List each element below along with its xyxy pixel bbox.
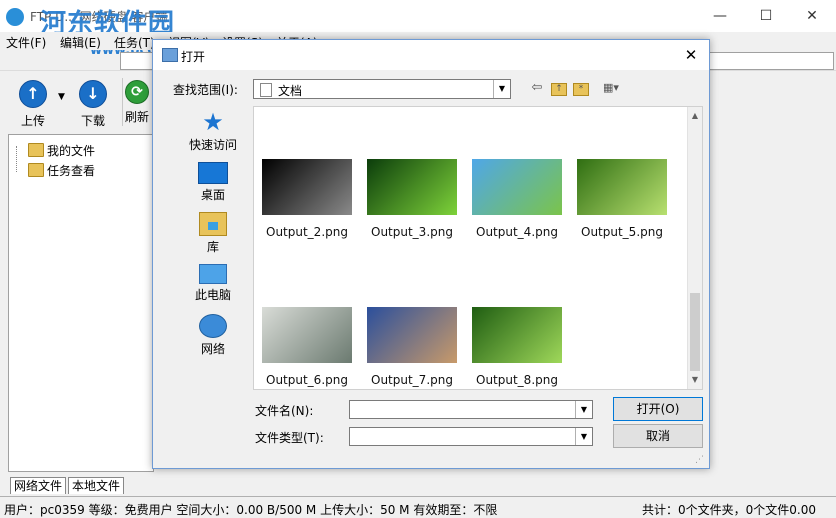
file-item[interactable]: Output_5.png: [573, 159, 671, 239]
file-item[interactable]: Output_4.png: [468, 159, 566, 239]
document-icon: [260, 83, 272, 97]
file-item[interactable]: Output_3.png: [363, 159, 461, 239]
tree-item-tasks[interactable]: 任务查看: [47, 162, 95, 179]
place-label: 网络: [200, 342, 225, 356]
file-name: Output_8.png: [476, 373, 558, 387]
places-bar: ★ 快速访问 桌面 库 此电脑 网络: [173, 106, 253, 386]
chevron-down-icon[interactable]: ▼: [575, 401, 592, 418]
menu-file[interactable]: 文件(F): [6, 34, 46, 51]
file-name-label: 文件名(N):: [255, 404, 314, 418]
thumbnail-image: [472, 159, 562, 215]
place-label: 桌面: [200, 188, 225, 202]
dialog-folder-icon: [162, 48, 178, 62]
cancel-button[interactable]: 取消: [613, 424, 703, 448]
view-menu-icon[interactable]: ▦▾: [597, 81, 625, 95]
file-name: Output_5.png: [581, 225, 663, 239]
thumbnail-image: [577, 159, 667, 215]
file-type-label: 文件类型(T):: [255, 431, 324, 445]
thumbnail-image: [367, 307, 457, 363]
chevron-down-icon[interactable]: ▼: [575, 428, 592, 445]
thumbnail-image: [262, 159, 352, 215]
status-user-info: 用户：pc0359 等级：免费用户 空间大小：0.00 B/500 M 上传大小…: [4, 503, 498, 517]
download-button[interactable]: ↓ 下载: [70, 80, 116, 130]
upload-button[interactable]: ↑ 上传: [10, 80, 56, 130]
look-in-value: 文档: [278, 84, 303, 98]
scroll-down-icon[interactable]: ▼: [688, 373, 702, 387]
new-folder-icon[interactable]: *: [573, 83, 589, 96]
app-logo-icon: [6, 8, 24, 26]
tree-item-my-files[interactable]: 我的文件: [47, 142, 95, 159]
back-arrow-icon[interactable]: ⇦: [529, 81, 545, 95]
file-list: Output_2.png Output_3.png Output_4.png O…: [253, 106, 703, 390]
file-name: Output_2.png: [266, 225, 348, 239]
resize-grip-icon[interactable]: ⋰: [695, 454, 707, 466]
file-type-dropdown[interactable]: ▼: [349, 427, 593, 446]
place-library[interactable]: 库: [173, 212, 253, 255]
dialog-title: 打开: [181, 50, 206, 64]
chevron-down-icon[interactable]: ▼: [493, 80, 510, 98]
look-in-label: 查找范围(I):: [173, 83, 238, 97]
thumbnail-image: [262, 307, 352, 363]
folder-tree: [8, 134, 154, 472]
file-item[interactable]: Output_8.png: [468, 307, 566, 387]
menu-task[interactable]: 任务(T): [114, 34, 155, 51]
open-button[interactable]: 打开(O): [613, 397, 703, 421]
tab-network-files[interactable]: 网络文件: [10, 477, 67, 494]
vertical-scrollbar[interactable]: ▲ ▼: [687, 107, 702, 389]
file-name: Output_3.png: [371, 225, 453, 239]
tree-connector: [16, 146, 18, 172]
file-name: Output_6.png: [266, 373, 348, 387]
minimize-button[interactable]: —: [700, 4, 740, 28]
scroll-up-icon[interactable]: ▲: [688, 109, 702, 123]
file-name-input[interactable]: ▼: [349, 400, 593, 419]
menu-edit[interactable]: 编辑(E): [60, 34, 101, 51]
thumbnail-image: [472, 307, 562, 363]
arrow-down-icon: ↓: [79, 80, 107, 108]
refresh-icon: ⟳: [125, 80, 149, 104]
dialog-titlebar: [153, 40, 709, 70]
refresh-label: 刷新: [124, 110, 149, 124]
library-icon: [199, 212, 227, 236]
place-label: 快速访问: [188, 138, 237, 152]
place-label: 此电脑: [194, 288, 231, 302]
folder-icon: [28, 143, 44, 157]
refresh-button[interactable]: ⟳ 刷新: [122, 80, 152, 130]
place-this-pc[interactable]: 此电脑: [173, 264, 253, 303]
place-label: 库: [206, 240, 219, 254]
maximize-button[interactable]: ☐: [746, 4, 786, 28]
look-in-dropdown[interactable]: 文档 ▼: [253, 79, 511, 99]
network-icon: [199, 314, 227, 338]
place-quick-access[interactable]: ★ 快速访问: [173, 110, 253, 153]
arrow-up-icon: ↑: [19, 80, 47, 108]
thumbnail-image: [367, 159, 457, 215]
close-button[interactable]: ✕: [792, 4, 832, 28]
place-network[interactable]: 网络: [173, 314, 253, 357]
open-file-dialog: 打开 ✕ 查找范围(I): 文档 ▼ ⇦ ↑ * ▦▾ ★ 快速访问 桌面 库 …: [152, 39, 710, 469]
bottom-tabs: [0, 476, 836, 494]
upload-label: 上传: [20, 114, 45, 128]
dialog-close-button[interactable]: ✕: [679, 44, 703, 66]
place-desktop[interactable]: 桌面: [173, 162, 253, 203]
download-label: 下载: [80, 114, 105, 128]
tab-local-files[interactable]: 本地文件: [68, 477, 125, 494]
file-name: Output_4.png: [476, 225, 558, 239]
file-name: Output_7.png: [371, 373, 453, 387]
file-item[interactable]: Output_2.png: [258, 159, 356, 239]
up-folder-icon[interactable]: ↑: [551, 83, 567, 96]
file-item[interactable]: Output_6.png: [258, 307, 356, 387]
upload-dropdown-icon[interactable]: ▼: [58, 92, 65, 102]
computer-icon: [199, 264, 227, 284]
scroll-thumb[interactable]: [690, 293, 700, 371]
status-file-count: 共计：0个文件夹，0个文件0.00: [642, 503, 816, 517]
star-pin-icon: ★: [202, 108, 224, 136]
task-folder-icon: [28, 163, 44, 177]
desktop-icon: [198, 162, 228, 184]
file-item[interactable]: Output_7.png: [363, 307, 461, 387]
